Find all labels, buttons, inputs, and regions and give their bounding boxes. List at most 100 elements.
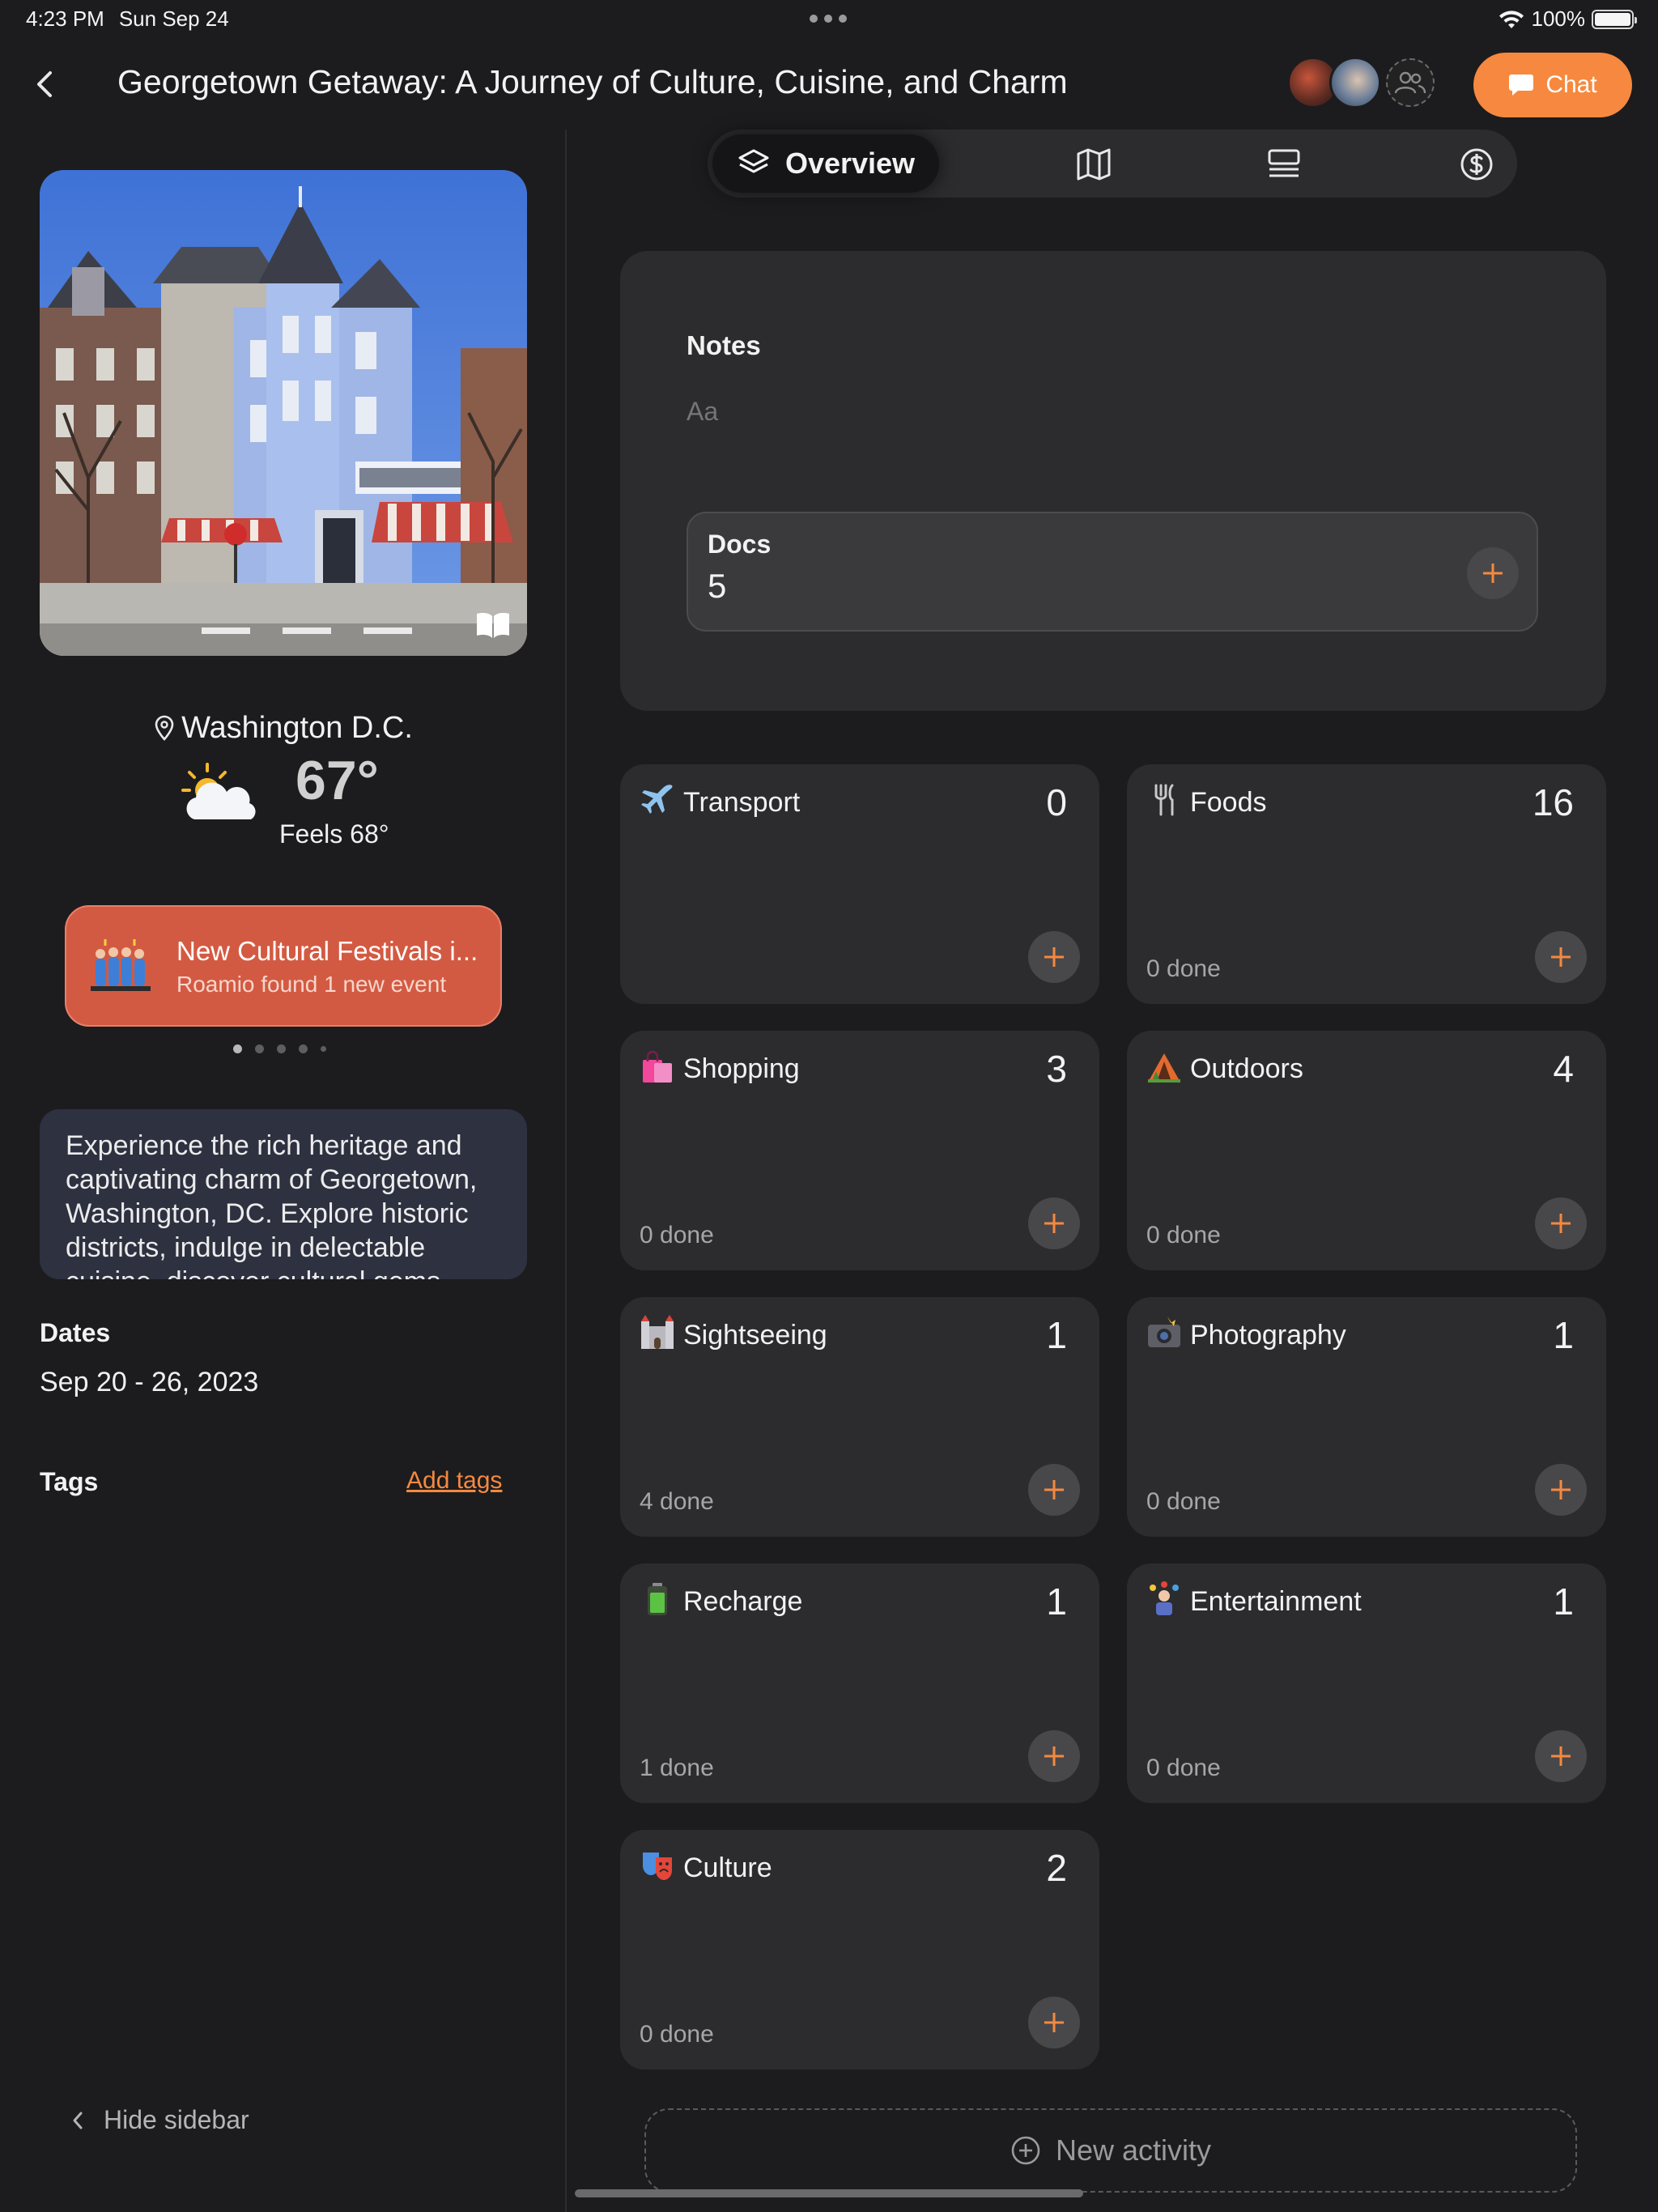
category-done: 4 done	[640, 1488, 714, 1515]
feels-like: Feels 68°	[279, 819, 389, 849]
category-name: Transport	[683, 787, 801, 818]
book-icon[interactable]	[475, 610, 511, 640]
event-suggestion-card[interactable]: New Cultural Festivals i... Roamio found…	[65, 905, 502, 1027]
add-tags-link[interactable]: Add tags	[406, 1467, 502, 1495]
plus-icon	[1044, 1746, 1064, 1766]
plus-circle-icon	[1011, 2136, 1040, 2165]
category-done: 0 done	[1146, 955, 1221, 982]
category-done: 0 done	[1146, 1755, 1221, 1781]
add-activity-button[interactable]	[1028, 1197, 1080, 1249]
category-name: Outdoors	[1190, 1053, 1303, 1084]
plus-icon	[1044, 2013, 1064, 2032]
carousel-pager[interactable]	[233, 1044, 326, 1053]
plus-icon	[1551, 947, 1571, 967]
category-tile-foods[interactable]: Foods 16 0 done	[1127, 764, 1606, 1004]
chat-bubble-icon	[1509, 74, 1534, 96]
sidebar: Washington D.C. 67° Feels 68° New Cultur…	[0, 130, 567, 2212]
avatar[interactable]	[1329, 57, 1381, 108]
event-title: New Cultural Festivals i...	[176, 936, 478, 966]
category-done: 0 done	[640, 1222, 714, 1249]
trip-description[interactable]: Experience the rich heritage and captiva…	[40, 1109, 527, 1279]
home-indicator[interactable]	[575, 2189, 1083, 2197]
category-tile-photography[interactable]: Photography 1 0 done	[1127, 1297, 1606, 1537]
category-tile-shopping[interactable]: Shopping 3 0 done	[620, 1031, 1099, 1270]
location-name: Washington D.C.	[181, 711, 413, 745]
dates-label: Dates	[40, 1318, 111, 1347]
category-count: 4	[1553, 1048, 1574, 1090]
location-label: Washington D.C.	[0, 711, 567, 746]
tags-label: Tags	[40, 1467, 99, 1496]
docs-section[interactable]: Docs 5	[687, 512, 1538, 632]
tab-overview[interactable]: Overview	[712, 134, 939, 193]
juggler-icon	[1150, 1581, 1179, 1615]
battery-percent: 100%	[1531, 6, 1586, 31]
dates-value[interactable]: Sep 20 - 26, 2023	[40, 1367, 258, 1398]
location-pin-icon	[155, 715, 174, 741]
new-activity-button[interactable]: New activity	[644, 2108, 1577, 2193]
add-activity-button[interactable]	[1535, 1730, 1587, 1782]
category-count: 1	[1553, 1314, 1574, 1356]
category-count: 0	[1046, 781, 1067, 823]
category-count: 1	[1046, 1580, 1067, 1623]
wifi-icon	[1499, 10, 1524, 28]
add-doc-button[interactable]	[1467, 547, 1519, 599]
add-activity-button[interactable]	[1028, 1730, 1080, 1782]
battery-icon	[648, 1583, 667, 1615]
category-name: Recharge	[683, 1586, 803, 1617]
destination-photo[interactable]	[40, 170, 527, 656]
event-subtitle: Roamio found 1 new event	[176, 972, 447, 997]
theater-masks-icon	[643, 1853, 672, 1880]
header: Georgetown Getaway: A Journey of Culture…	[0, 40, 1658, 130]
category-tile-entertainment[interactable]: Entertainment 1 0 done	[1127, 1563, 1606, 1803]
category-tile-recharge[interactable]: Recharge 1 1 done	[620, 1563, 1099, 1803]
shopping-bags-icon	[643, 1050, 672, 1083]
dollar-icon[interactable]	[1459, 147, 1494, 181]
fork-knife-icon	[1154, 784, 1174, 816]
notes-label: Notes	[687, 330, 761, 360]
status-bar: 4:23 PM Sun Sep 24 100%	[0, 0, 1658, 40]
docs-count: 5	[708, 567, 727, 605]
category-name: Shopping	[683, 1053, 800, 1084]
temperature: 67°	[295, 750, 379, 811]
category-done: 0 done	[640, 2021, 714, 2048]
chat-button[interactable]: Chat	[1473, 53, 1632, 117]
list-icon[interactable]	[1266, 147, 1302, 181]
add-activity-button[interactable]	[1535, 931, 1587, 983]
map-icon[interactable]	[1076, 147, 1112, 181]
page-title: Georgetown Getaway: A Journey of Culture…	[117, 63, 1068, 100]
multitasking-dots[interactable]	[810, 15, 847, 23]
plus-icon	[1044, 1214, 1064, 1233]
status-time-date: 4:23 PM Sun Sep 24	[26, 6, 229, 32]
category-done: 1 done	[640, 1755, 714, 1781]
category-tile-sightseeing[interactable]: Sightseeing 1 4 done	[620, 1297, 1099, 1537]
add-member-icon[interactable]	[1386, 58, 1435, 107]
category-count: 1	[1553, 1580, 1574, 1623]
plus-icon	[1044, 1480, 1064, 1499]
category-tile-outdoors[interactable]: Outdoors 4 0 done	[1127, 1031, 1606, 1270]
hide-sidebar-label: Hide sidebar	[104, 2105, 249, 2134]
main-content: Overview Notes Docs 5	[568, 130, 1658, 2212]
partly-cloudy-icon	[181, 763, 256, 819]
trip-members[interactable]	[1287, 57, 1435, 108]
category-count: 2	[1046, 1847, 1067, 1889]
add-activity-button[interactable]	[1535, 1464, 1587, 1516]
add-activity-button[interactable]	[1535, 1197, 1587, 1249]
category-name: Foods	[1190, 787, 1267, 818]
category-tile-culture[interactable]: Culture 2 0 done	[620, 1830, 1099, 2069]
category-tile-transport[interactable]: Transport 0	[620, 764, 1099, 1004]
layers-icon	[738, 149, 769, 173]
category-name: Culture	[683, 1853, 772, 1883]
plus-icon	[1044, 947, 1064, 967]
add-activity-button[interactable]	[1028, 931, 1080, 983]
category-count: 1	[1046, 1314, 1067, 1356]
view-tabs: Overview	[708, 130, 1517, 198]
chevron-left-icon	[73, 2112, 83, 2129]
hide-sidebar-button[interactable]: Hide sidebar	[71, 2105, 249, 2135]
status-time: 4:23 PM	[26, 6, 104, 31]
category-name: Photography	[1190, 1320, 1346, 1351]
add-activity-button[interactable]	[1028, 1997, 1080, 2048]
back-chevron-icon[interactable]	[29, 68, 62, 100]
notes-input[interactable]	[687, 397, 1496, 427]
plus-icon	[1483, 564, 1503, 583]
add-activity-button[interactable]	[1028, 1464, 1080, 1516]
